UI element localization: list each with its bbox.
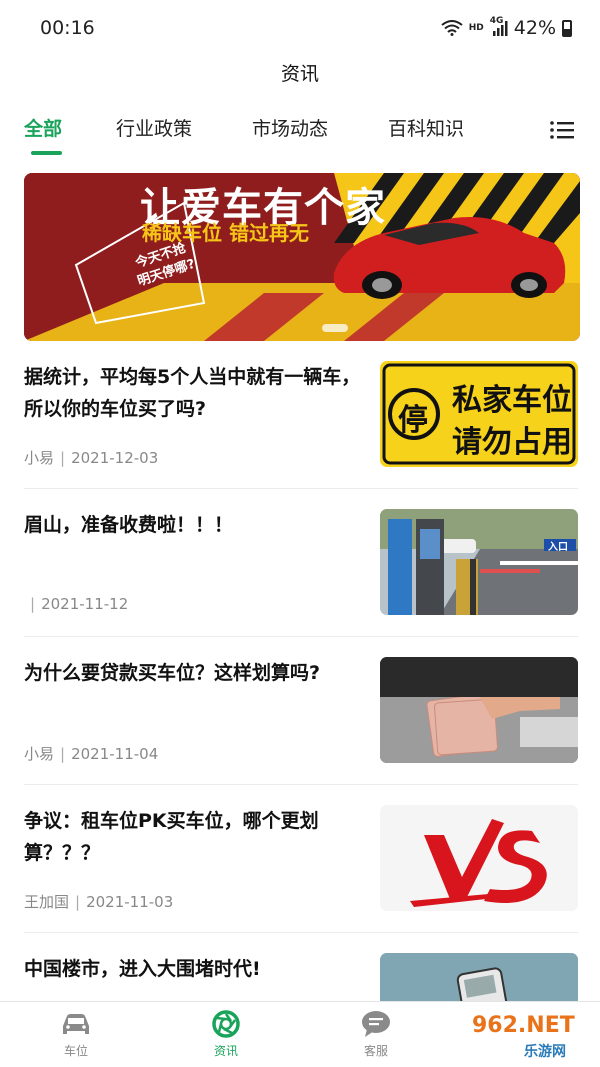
article-title: 中国楼市，进入大围堵时代! [24, 958, 261, 980]
hd-indicator: HD [468, 22, 484, 33]
category-tabs: 全部 行业政策 市场动态 百科知识 [0, 108, 600, 160]
wifi-icon [441, 20, 463, 36]
article-thumbnail [380, 805, 578, 911]
page-title: 资讯 [280, 63, 319, 85]
article-list: 据统计，平均每5个人当中就有一辆车，所以你的车位买了吗? 小易 | 2021-12-… [0, 341, 600, 1067]
article-item[interactable]: 眉山，准备收费啦！！！ | 2021-11-12 入口 [24, 489, 578, 637]
nav-support[interactable]: 客服 [336, 1010, 416, 1059]
article-item[interactable]: 为什么要贷款买车位？这样划算吗? 小易 | 2021-11-04 [24, 637, 578, 785]
nav-support-label: 客服 [363, 1044, 388, 1058]
entrance-sign: 入口 [548, 542, 568, 553]
chat-icon [362, 1011, 390, 1037]
status-time: 00:16 [40, 17, 95, 39]
nav-parking[interactable]: 车位 [36, 1010, 116, 1059]
app-header: 资讯 [0, 56, 600, 96]
tab-all[interactable]: 全部 [24, 114, 62, 141]
article-author: 王加国 [24, 893, 70, 911]
article-author: 小易 [24, 449, 55, 467]
article-title: 眉山，准备收费啦！！！ [24, 514, 234, 536]
article-author: 小易 [24, 745, 55, 763]
article-item[interactable]: 据统计，平均每5个人当中就有一辆车，所以你的车位买了吗? 小易 | 2021-12-… [24, 341, 578, 489]
carousel-indicator [322, 324, 348, 332]
thumb-text-line2: 请勿占用 [452, 425, 572, 460]
article-date: 2021-11-04 [71, 745, 159, 763]
article-thumbnail: 停 私家车位 请勿占用 [380, 361, 578, 467]
status-bar: 00:16 HD 4G 42% [0, 0, 600, 56]
nav-news[interactable]: 资讯 [186, 1010, 266, 1059]
article-date: 2021-11-03 [86, 893, 174, 911]
article-meta: 小易 | 2021-11-04 [24, 745, 159, 763]
aperture-icon [212, 1010, 240, 1038]
article-meta: 王加国 | 2021-11-03 [24, 893, 174, 911]
article-item[interactable]: 争议：租车位PK买车位，哪个更划算？？？ 王加国 | 2021-11-03 [24, 785, 578, 933]
parking-symbol: 停 [398, 403, 428, 438]
nav-news-label: 资讯 [213, 1044, 238, 1058]
battery-percent: 42% [513, 17, 556, 39]
tab-industry-policy[interactable]: 行业政策 [116, 114, 192, 141]
banner-subtitle: 稀缺车位 错过再无 [142, 221, 309, 245]
article-thumbnail: 入口 [380, 509, 578, 615]
battery-icon [562, 19, 572, 37]
nav-parking-label: 车位 [63, 1044, 88, 1058]
signal-icon: 4G [490, 17, 508, 37]
article-title: 为什么要贷款买车位？这样划算吗? [24, 662, 321, 684]
article-meta: | 2021-11-12 [30, 595, 129, 613]
thumb-text-line1: 私家车位 [452, 383, 572, 418]
article-thumbnail [380, 657, 578, 763]
tab-encyclopedia[interactable]: 百科知识 [388, 114, 464, 141]
watermark-logo: 962.NET [472, 1013, 575, 1038]
status-indicators: HD 4G 42% [441, 17, 572, 39]
car-icon [63, 1014, 89, 1034]
site-watermark: 962.NET 乐游网 [464, 1005, 596, 1065]
active-tab-indicator [31, 151, 62, 155]
watermark-subtext: 乐游网 [524, 1044, 566, 1060]
tab-market-news[interactable]: 市场动态 [252, 114, 328, 141]
article-title: 据统计，平均每5个人当中就有一辆车，所以你的车位买了吗? [24, 366, 361, 420]
promo-banner[interactable]: 让爱车有个家 稀缺车位 错过再无 今天不抢 明天停哪? [24, 173, 580, 341]
article-meta: 小易 | 2021-12-03 [24, 449, 159, 467]
list-menu-icon[interactable] [550, 120, 574, 140]
article-title: 争议：租车位PK买车位，哪个更划算？？？ [24, 810, 319, 864]
article-date: 2021-11-12 [41, 595, 129, 613]
article-date: 2021-12-03 [71, 449, 159, 467]
